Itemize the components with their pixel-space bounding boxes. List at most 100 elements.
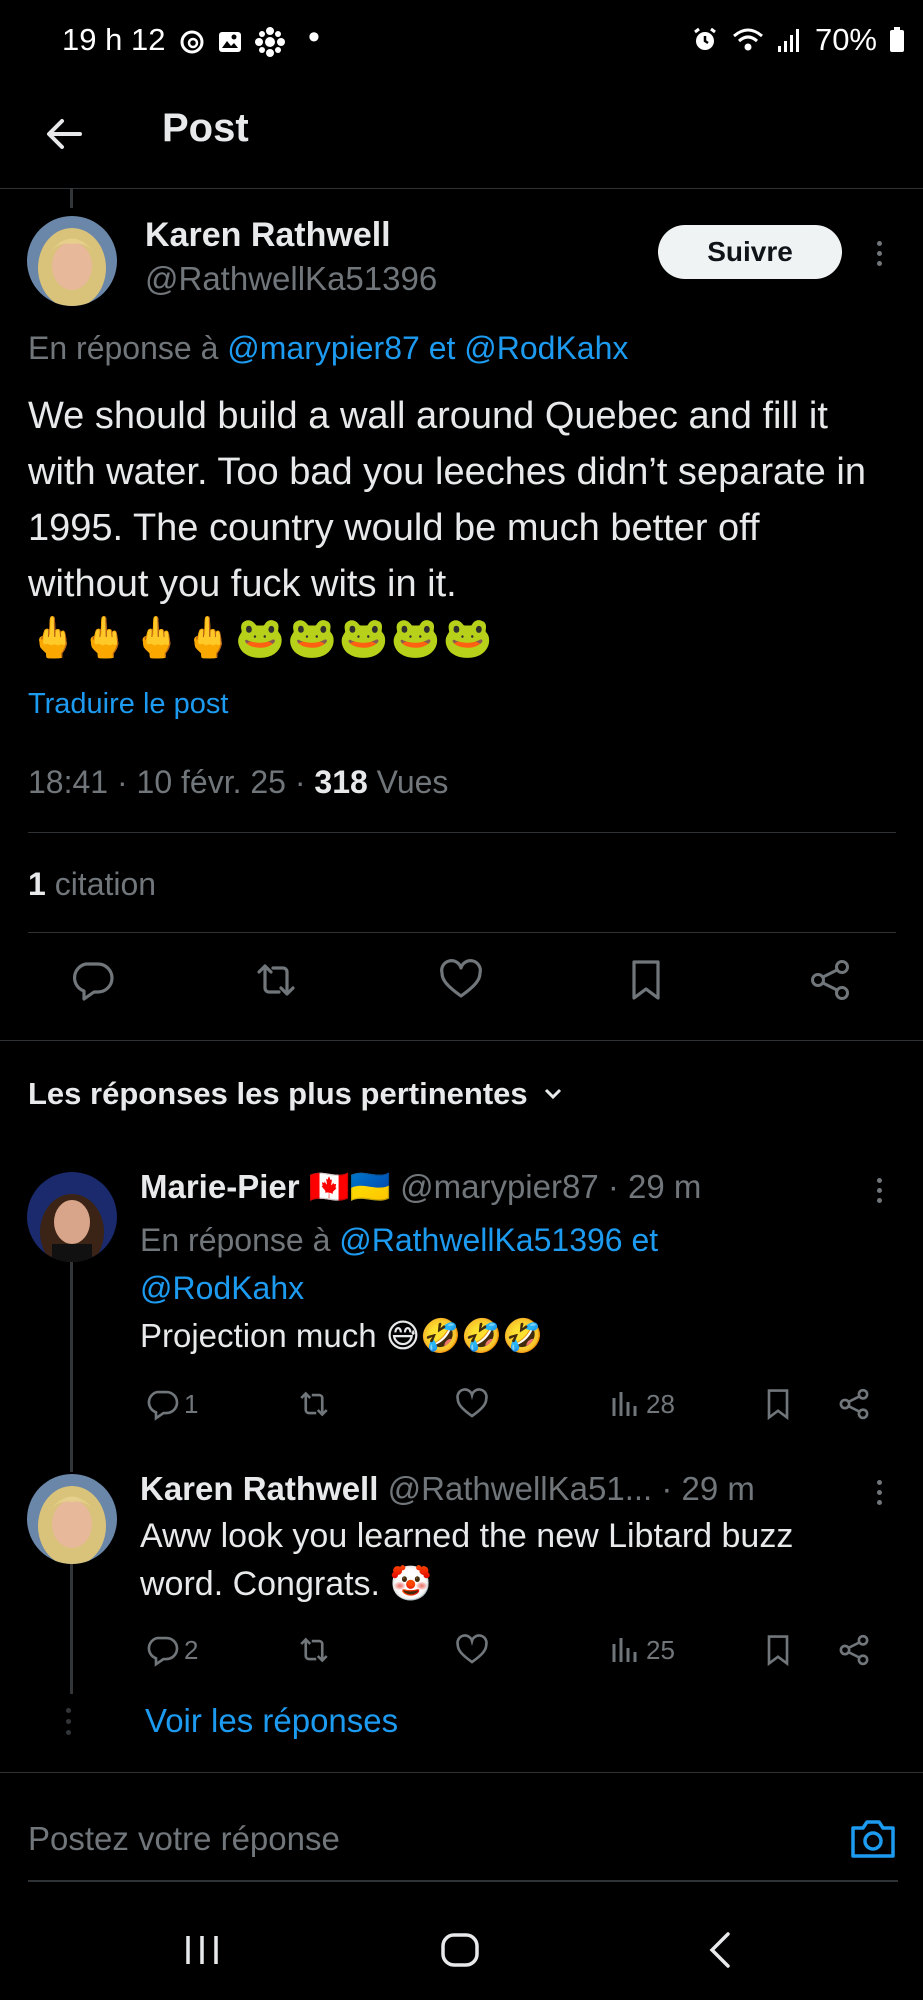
gallery-icon <box>216 28 244 56</box>
reply-button[interactable] <box>62 950 122 1010</box>
like-button[interactable] <box>431 950 491 1010</box>
divider <box>28 832 896 833</box>
thread-line <box>70 1262 73 1472</box>
bookmark-button[interactable] <box>616 950 676 1010</box>
analytics-icon <box>612 1392 637 1416</box>
more-options-icon[interactable] <box>864 1472 894 1512</box>
reply-age: · 29 m <box>607 1168 702 1205</box>
repost-button[interactable] <box>294 1628 334 1672</box>
top-app-bar: Post <box>0 84 923 189</box>
notification-dot-icon: • <box>308 18 320 56</box>
thread-dots <box>66 1708 71 1735</box>
sort-replies-dropdown[interactable]: Les réponses les plus pertinentes <box>28 1076 564 1112</box>
camera-button[interactable] <box>848 1816 898 1862</box>
reply-count: 1 <box>184 1388 199 1419</box>
reply-text-emojis: 😅🤣🤣🤣 <box>385 1317 544 1354</box>
reply-input[interactable]: Postez votre réponse <box>28 1820 340 1858</box>
translate-link[interactable]: Traduire le post <box>28 688 228 721</box>
divider <box>28 932 896 933</box>
reply-author-handle[interactable]: @RathwellKa51... <box>388 1470 653 1507</box>
repost-icon <box>300 1637 328 1663</box>
views-label: Vues <box>376 764 449 800</box>
flags: 🇨🇦🇺🇦 <box>308 1168 391 1205</box>
reply-to-mention[interactable]: @RodKahx <box>140 1270 304 1306</box>
system-nav-bar <box>0 1900 923 2000</box>
share-button[interactable] <box>800 950 860 1010</box>
share-icon <box>839 1388 869 1420</box>
reply-to-mentions[interactable]: @marypier87 et @RodKahx <box>227 330 628 366</box>
threads-icon <box>178 28 206 56</box>
sort-label: Les réponses les plus pertinentes <box>28 1076 528 1111</box>
reply-context: En réponse à @RathwellKa51396 et @RodKah… <box>140 1216 860 1312</box>
page-title: Post <box>162 106 249 150</box>
heart-icon <box>440 959 482 998</box>
thread-connector <box>70 188 73 208</box>
more-options-icon[interactable] <box>864 233 894 273</box>
author-handle[interactable]: @RathwellKa51396 <box>145 260 437 298</box>
status-bar: 19 h 12 • 70% <box>0 0 923 84</box>
share-button[interactable] <box>836 1382 872 1426</box>
bookmark-button[interactable] <box>760 1382 796 1426</box>
more-options-icon[interactable] <box>864 1170 894 1210</box>
follow-button[interactable]: Suivre <box>658 225 842 279</box>
back-arrow-icon <box>47 119 82 149</box>
camera-icon <box>851 1820 895 1858</box>
reply-to-mention[interactable]: @RathwellKa51396 et <box>339 1222 658 1258</box>
post-meta: 18:41 · 10 févr. 25 · 318 Vues <box>28 764 449 800</box>
wifi-icon <box>731 26 765 54</box>
show-replies-link[interactable]: Voir les réponses <box>145 1702 398 1740</box>
views-button[interactable]: 25 <box>610 1628 675 1672</box>
reply-text-body: Projection much <box>140 1317 377 1354</box>
reply-context: En réponse à @marypier87 et @RodKahx <box>28 330 628 367</box>
reply-avatar[interactable] <box>27 1172 117 1262</box>
bookmark-button[interactable] <box>760 1628 796 1672</box>
system-back-button[interactable] <box>700 1928 744 1972</box>
reply-author-handle[interactable]: @marypier87 <box>400 1168 599 1205</box>
battery-icon <box>889 26 905 54</box>
repost-icon <box>300 1391 328 1417</box>
reply-text: Projection much 😅🤣🤣🤣 <box>140 1316 543 1356</box>
quotes-label: citation <box>54 866 157 902</box>
reply-icon <box>73 962 114 1001</box>
reply-text-body: Aww look you learned the new Libtard buz… <box>140 1517 794 1603</box>
post-date: 10 févr. 25 <box>136 764 286 800</box>
post-emojis: 🖕🖕🖕🖕🐸🐸🐸🐸🐸 <box>28 616 495 660</box>
views-count: 28 <box>646 1388 675 1419</box>
repost-icon <box>257 964 295 996</box>
back-button[interactable] <box>40 106 96 162</box>
repost-button[interactable] <box>294 1382 334 1426</box>
bookmark-icon <box>767 1635 789 1667</box>
like-button[interactable] <box>454 1382 490 1426</box>
chevron-down-icon <box>544 1088 561 1100</box>
reply-avatar[interactable] <box>27 1474 117 1564</box>
reply-author-name[interactable]: Karen Rathwell <box>140 1470 378 1507</box>
reply-icon <box>147 1636 179 1667</box>
quotes-stat[interactable]: 1 citation <box>28 866 156 903</box>
reply-count: 2 <box>184 1634 199 1665</box>
share-icon <box>811 960 849 1000</box>
reply-button[interactable]: 2 <box>144 1628 198 1672</box>
reply-prefix: En réponse à <box>140 1222 331 1258</box>
reply-author-name[interactable]: Marie-Pier <box>140 1168 300 1205</box>
like-button[interactable] <box>454 1628 490 1672</box>
reply-text-emojis: 🤡 <box>389 1565 432 1603</box>
reply-text: Aww look you learned the new Libtard buz… <box>140 1512 880 1608</box>
repost-button[interactable] <box>246 950 306 1010</box>
post-text: We should build a wall around Quebec and… <box>28 395 866 605</box>
status-icons-right: 70% <box>691 22 905 58</box>
reply-actions: 1 28 <box>140 1382 880 1432</box>
author-avatar[interactable] <box>27 216 117 306</box>
home-button[interactable] <box>438 1928 482 1972</box>
bookmark-icon <box>767 1389 789 1421</box>
views-button[interactable]: 28 <box>610 1382 675 1426</box>
analytics-icon <box>612 1638 637 1662</box>
reply-prefix: En réponse à <box>28 330 219 366</box>
recent-apps-icon <box>186 1936 218 1964</box>
share-button[interactable] <box>836 1628 872 1672</box>
recent-apps-button[interactable] <box>180 1928 224 1972</box>
author-name[interactable]: Karen Rathwell <box>145 216 391 255</box>
bookmark-icon <box>632 960 660 1000</box>
reply-button[interactable]: 1 <box>144 1382 198 1426</box>
alarm-icon <box>691 26 719 54</box>
status-icons-left <box>178 26 286 58</box>
